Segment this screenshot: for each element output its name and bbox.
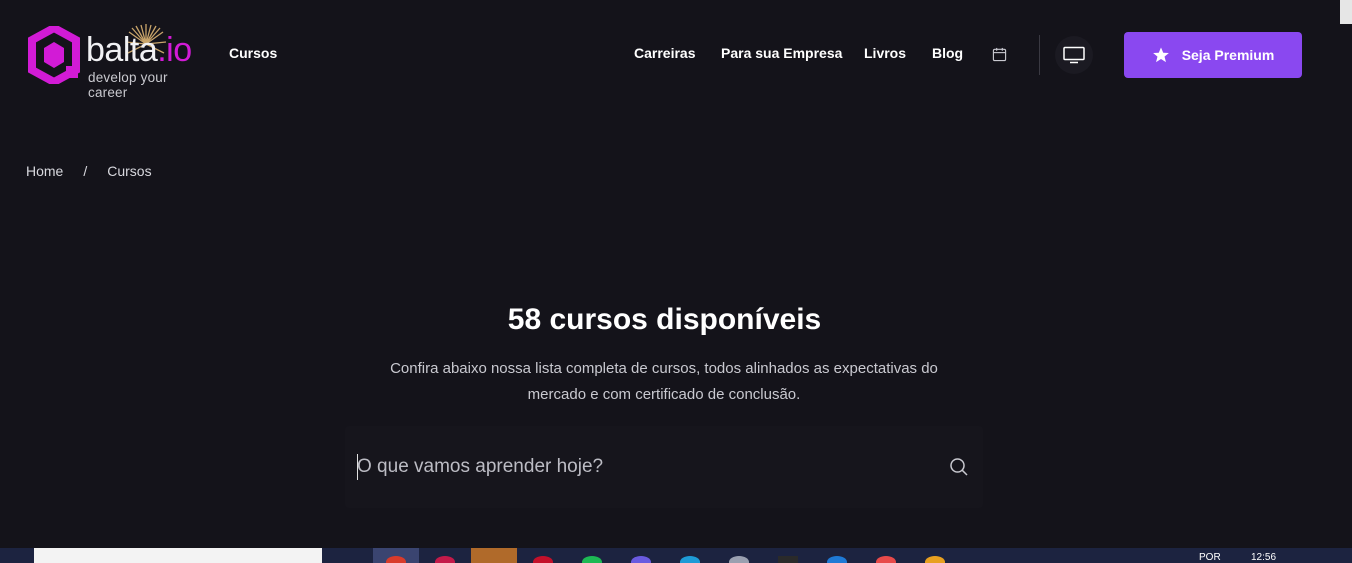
page: balta.io develop your career Cursos Carr…: [0, 0, 1352, 563]
os-taskbar: POR 12:56: [0, 548, 1352, 563]
search-input[interactable]: [357, 452, 937, 482]
nav-carreiras[interactable]: Carreiras: [634, 45, 696, 61]
logo-hexagon-icon: [28, 26, 80, 84]
page-title: 58 cursos disponíveis: [507, 303, 822, 336]
header-divider: [1039, 35, 1040, 75]
taskbar-search-field[interactable]: [34, 548, 322, 563]
breadcrumb-cursos[interactable]: Cursos: [107, 163, 151, 179]
scrollbar-thumb[interactable]: [1340, 0, 1352, 24]
breadcrumb: Home / Cursos: [26, 163, 152, 179]
text-caret: [357, 454, 358, 480]
tv-icon: [1063, 46, 1085, 64]
logo-wordmark: balta.io: [86, 31, 192, 69]
breadcrumb-home[interactable]: Home: [26, 163, 63, 179]
page-description: Confira abaixo nossa lista completa de c…: [390, 360, 938, 403]
taskbar-app[interactable]: [814, 548, 860, 563]
nav-blog[interactable]: Blog: [932, 45, 963, 61]
calendar-icon[interactable]: [992, 47, 1007, 62]
taskbar-clock[interactable]: 12:56: [1251, 552, 1276, 563]
taskbar-language[interactable]: POR: [1199, 552, 1221, 563]
taskbar-app[interactable]: [569, 548, 615, 563]
taskbar-app-active[interactable]: [373, 548, 419, 563]
taskbar-app[interactable]: [716, 548, 762, 563]
taskbar-app-folder[interactable]: [471, 548, 517, 563]
taskbar-app[interactable]: [765, 548, 811, 563]
course-search-box: [345, 426, 983, 508]
taskbar-app[interactable]: [912, 548, 958, 563]
taskbar-app[interactable]: [520, 548, 566, 563]
premium-button-label: Seja Premium: [1181, 47, 1275, 63]
brand-logo[interactable]: balta.io develop your career: [28, 22, 208, 100]
breadcrumb-separator: /: [83, 163, 88, 179]
seja-premium-button[interactable]: Seja Premium: [1124, 32, 1302, 78]
search-icon[interactable]: [949, 457, 969, 477]
nav-livros[interactable]: Livros: [864, 45, 906, 61]
taskbar-app[interactable]: [618, 548, 664, 563]
nav-cursos[interactable]: Cursos: [229, 45, 277, 61]
tv-button[interactable]: [1055, 36, 1093, 74]
scrollbar-track[interactable]: [1340, 24, 1352, 548]
nav-para-sua-empresa[interactable]: Para sua Empresa: [721, 45, 842, 61]
star-icon: [1152, 47, 1169, 63]
taskbar-app[interactable]: [863, 548, 909, 563]
logo-tagline: develop your career: [88, 70, 168, 100]
taskbar-app[interactable]: [422, 548, 468, 563]
taskbar-app[interactable]: [667, 548, 713, 563]
